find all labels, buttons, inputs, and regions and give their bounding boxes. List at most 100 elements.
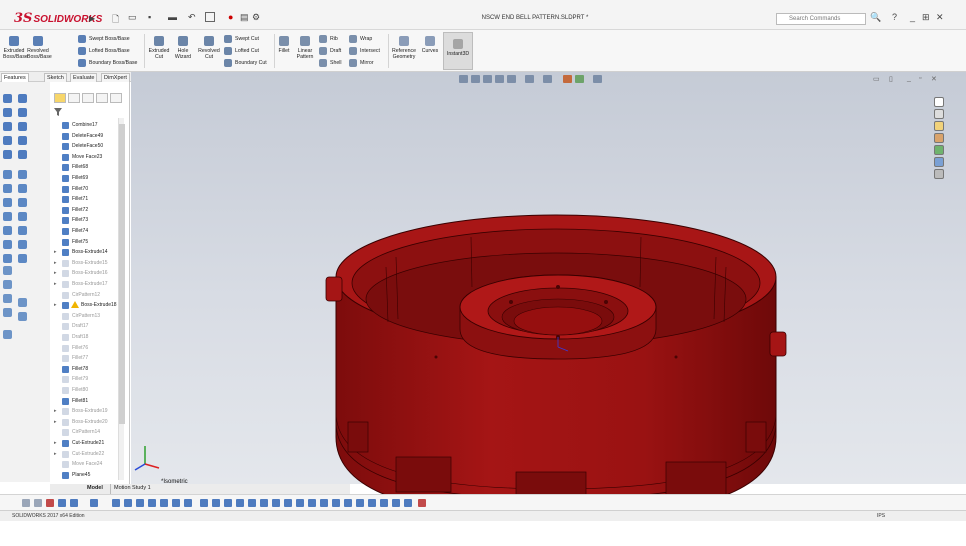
curve-tool-icon[interactable] [3, 294, 12, 303]
expand-arrow-icon[interactable]: ▸ [54, 406, 57, 416]
tab-model[interactable]: Model [84, 484, 106, 494]
scale-tool-icon[interactable] [3, 254, 12, 263]
viewport-tile-icon[interactable]: ▯ [889, 75, 893, 83]
tab-features[interactable]: Features [1, 73, 29, 82]
shell-tool-icon[interactable] [3, 170, 12, 179]
tree-scrollbar[interactable] [118, 118, 125, 480]
lofted-boss-button[interactable]: Lofted Boss/Base [78, 46, 130, 56]
cut-tool-icon[interactable] [3, 122, 12, 131]
instant3d-button[interactable]: Instant3D [443, 32, 473, 70]
perspective-icon[interactable] [260, 499, 268, 507]
viewport-split-icon[interactable]: ▭ [873, 75, 880, 83]
view-orientation-icon[interactable] [507, 75, 516, 83]
section-icon[interactable] [356, 499, 364, 507]
filter-icon[interactable] [54, 108, 62, 116]
projected-curve-tool-icon[interactable] [18, 312, 27, 321]
chamfer-tool-icon[interactable] [18, 136, 27, 145]
draft-tool-icon[interactable] [18, 170, 27, 179]
expand-arrow-icon[interactable]: ▸ [54, 258, 57, 268]
thicken-tool-icon[interactable] [3, 240, 12, 249]
tab-motion-study[interactable]: Motion Study 1 [110, 484, 154, 494]
shell-button[interactable]: Shell [319, 58, 342, 68]
options-gear-icon[interactable]: ⚙ [252, 12, 260, 24]
fillet-button[interactable]: Fillet [276, 36, 292, 54]
tree-scrollbar-thumb[interactable] [119, 124, 125, 424]
close-icon[interactable]: ✕ [936, 12, 944, 23]
expand-arrow-icon[interactable]: ▸ [54, 417, 57, 427]
hole-tool-icon[interactable] [18, 122, 27, 131]
hole-wizard-button[interactable]: Hole Wizard [172, 36, 194, 60]
top-view-icon[interactable] [70, 499, 78, 507]
intersect-button[interactable]: Intersect [349, 46, 380, 56]
view-palette-icon[interactable] [934, 133, 944, 143]
help-icon[interactable]: ? [892, 12, 897, 22]
shaded-edges-icon[interactable] [236, 499, 244, 507]
configurationmanager-tab-icon[interactable] [82, 93, 94, 103]
ambient-occlusion-icon[interactable] [284, 499, 292, 507]
delete-face-tool-icon[interactable] [18, 226, 27, 235]
walkthrough-icon[interactable] [380, 499, 388, 507]
flex-tool-icon[interactable] [18, 198, 27, 207]
combine-tool-icon[interactable] [3, 212, 12, 221]
curves-button[interactable]: Curves [420, 36, 440, 54]
mirror-tool-icon[interactable] [18, 150, 27, 159]
indent-tool-icon[interactable] [18, 240, 27, 249]
new-document-icon[interactable]: 🗋 [112, 12, 119, 24]
helix-tool-icon[interactable] [3, 308, 12, 317]
expand-arrow-icon[interactable]: ▸ [54, 268, 57, 278]
apply-scene-icon[interactable] [575, 75, 584, 83]
instant3d-tool-icon[interactable] [3, 330, 12, 339]
hide-show-items-icon[interactable] [543, 75, 552, 83]
pan-icon[interactable] [404, 499, 412, 507]
expand-arrow-icon[interactable]: ▸ [54, 279, 57, 289]
wireframe-icon[interactable] [212, 499, 220, 507]
view-settings-icon[interactable] [593, 75, 602, 83]
extruded-cut-button[interactable]: Extruded Cut [147, 36, 171, 60]
expand-arrow-icon[interactable]: ▸ [54, 449, 57, 459]
rib-button[interactable]: Rib [319, 34, 338, 44]
zebra-stripes-icon[interactable] [320, 499, 328, 507]
extrude-tool-icon[interactable] [3, 94, 12, 103]
revolved-cut-button[interactable]: Revolved Cut [196, 36, 222, 60]
trimetric-view-icon[interactable] [124, 499, 132, 507]
right-view-icon[interactable] [46, 499, 54, 507]
custom-properties-icon[interactable] [934, 157, 944, 167]
shaded-icon[interactable] [248, 499, 256, 507]
units-indicator[interactable]: IPS [877, 513, 885, 519]
viewport-minimize-icon[interactable]: _ [907, 75, 911, 82]
menu-expand-icon[interactable]: ▶ [89, 14, 98, 23]
lofted-cut-button[interactable]: Lofted Cut [224, 46, 259, 56]
single-view-icon[interactable] [160, 499, 168, 507]
previous-view-icon[interactable] [483, 75, 492, 83]
normal-to-icon[interactable] [148, 499, 156, 507]
select-icon[interactable] [205, 12, 215, 22]
minimize-icon[interactable]: _ [910, 12, 915, 22]
loft-tool-icon[interactable] [18, 108, 27, 117]
solidworks-resources-icon[interactable] [934, 97, 944, 107]
extruded-boss-button[interactable]: Extruded Boss/Base [3, 36, 28, 60]
display-style-icon[interactable] [525, 75, 534, 83]
link-views-icon[interactable] [200, 499, 208, 507]
swept-cut-button[interactable]: Swept Cut [224, 34, 259, 44]
expand-arrow-icon[interactable]: ▸ [54, 438, 57, 448]
search-icon[interactable]: 🔍 [870, 12, 881, 23]
isometric-view-icon[interactable] [112, 499, 120, 507]
dome-tool-icon[interactable] [18, 184, 27, 193]
draft-button[interactable]: Draft [319, 46, 341, 56]
save-icon[interactable]: ▪ [148, 12, 151, 24]
design-library-icon[interactable] [934, 109, 944, 119]
exit-view-icon[interactable] [418, 499, 426, 507]
tab-evaluate[interactable]: Evaluate [70, 73, 98, 82]
swept-boss-button[interactable]: Swept Boss/Base [78, 34, 130, 44]
axis-tool-icon[interactable] [3, 266, 12, 275]
two-view-icon[interactable] [172, 499, 180, 507]
move-face-tool-icon[interactable] [3, 226, 12, 235]
bottom-view-icon[interactable] [90, 499, 98, 507]
file-properties-icon[interactable]: ▤ [240, 12, 249, 24]
end-bell-3d-model[interactable] [296, 207, 816, 527]
plane-tool-icon[interactable] [18, 254, 27, 263]
four-view-icon[interactable] [184, 499, 192, 507]
viewport-close-icon[interactable]: ✕ [931, 75, 937, 83]
graphics-area[interactable]: ▭ ▯ _ ▫ ✕ *Isometric [131, 72, 966, 518]
curvature-icon[interactable] [308, 499, 316, 507]
